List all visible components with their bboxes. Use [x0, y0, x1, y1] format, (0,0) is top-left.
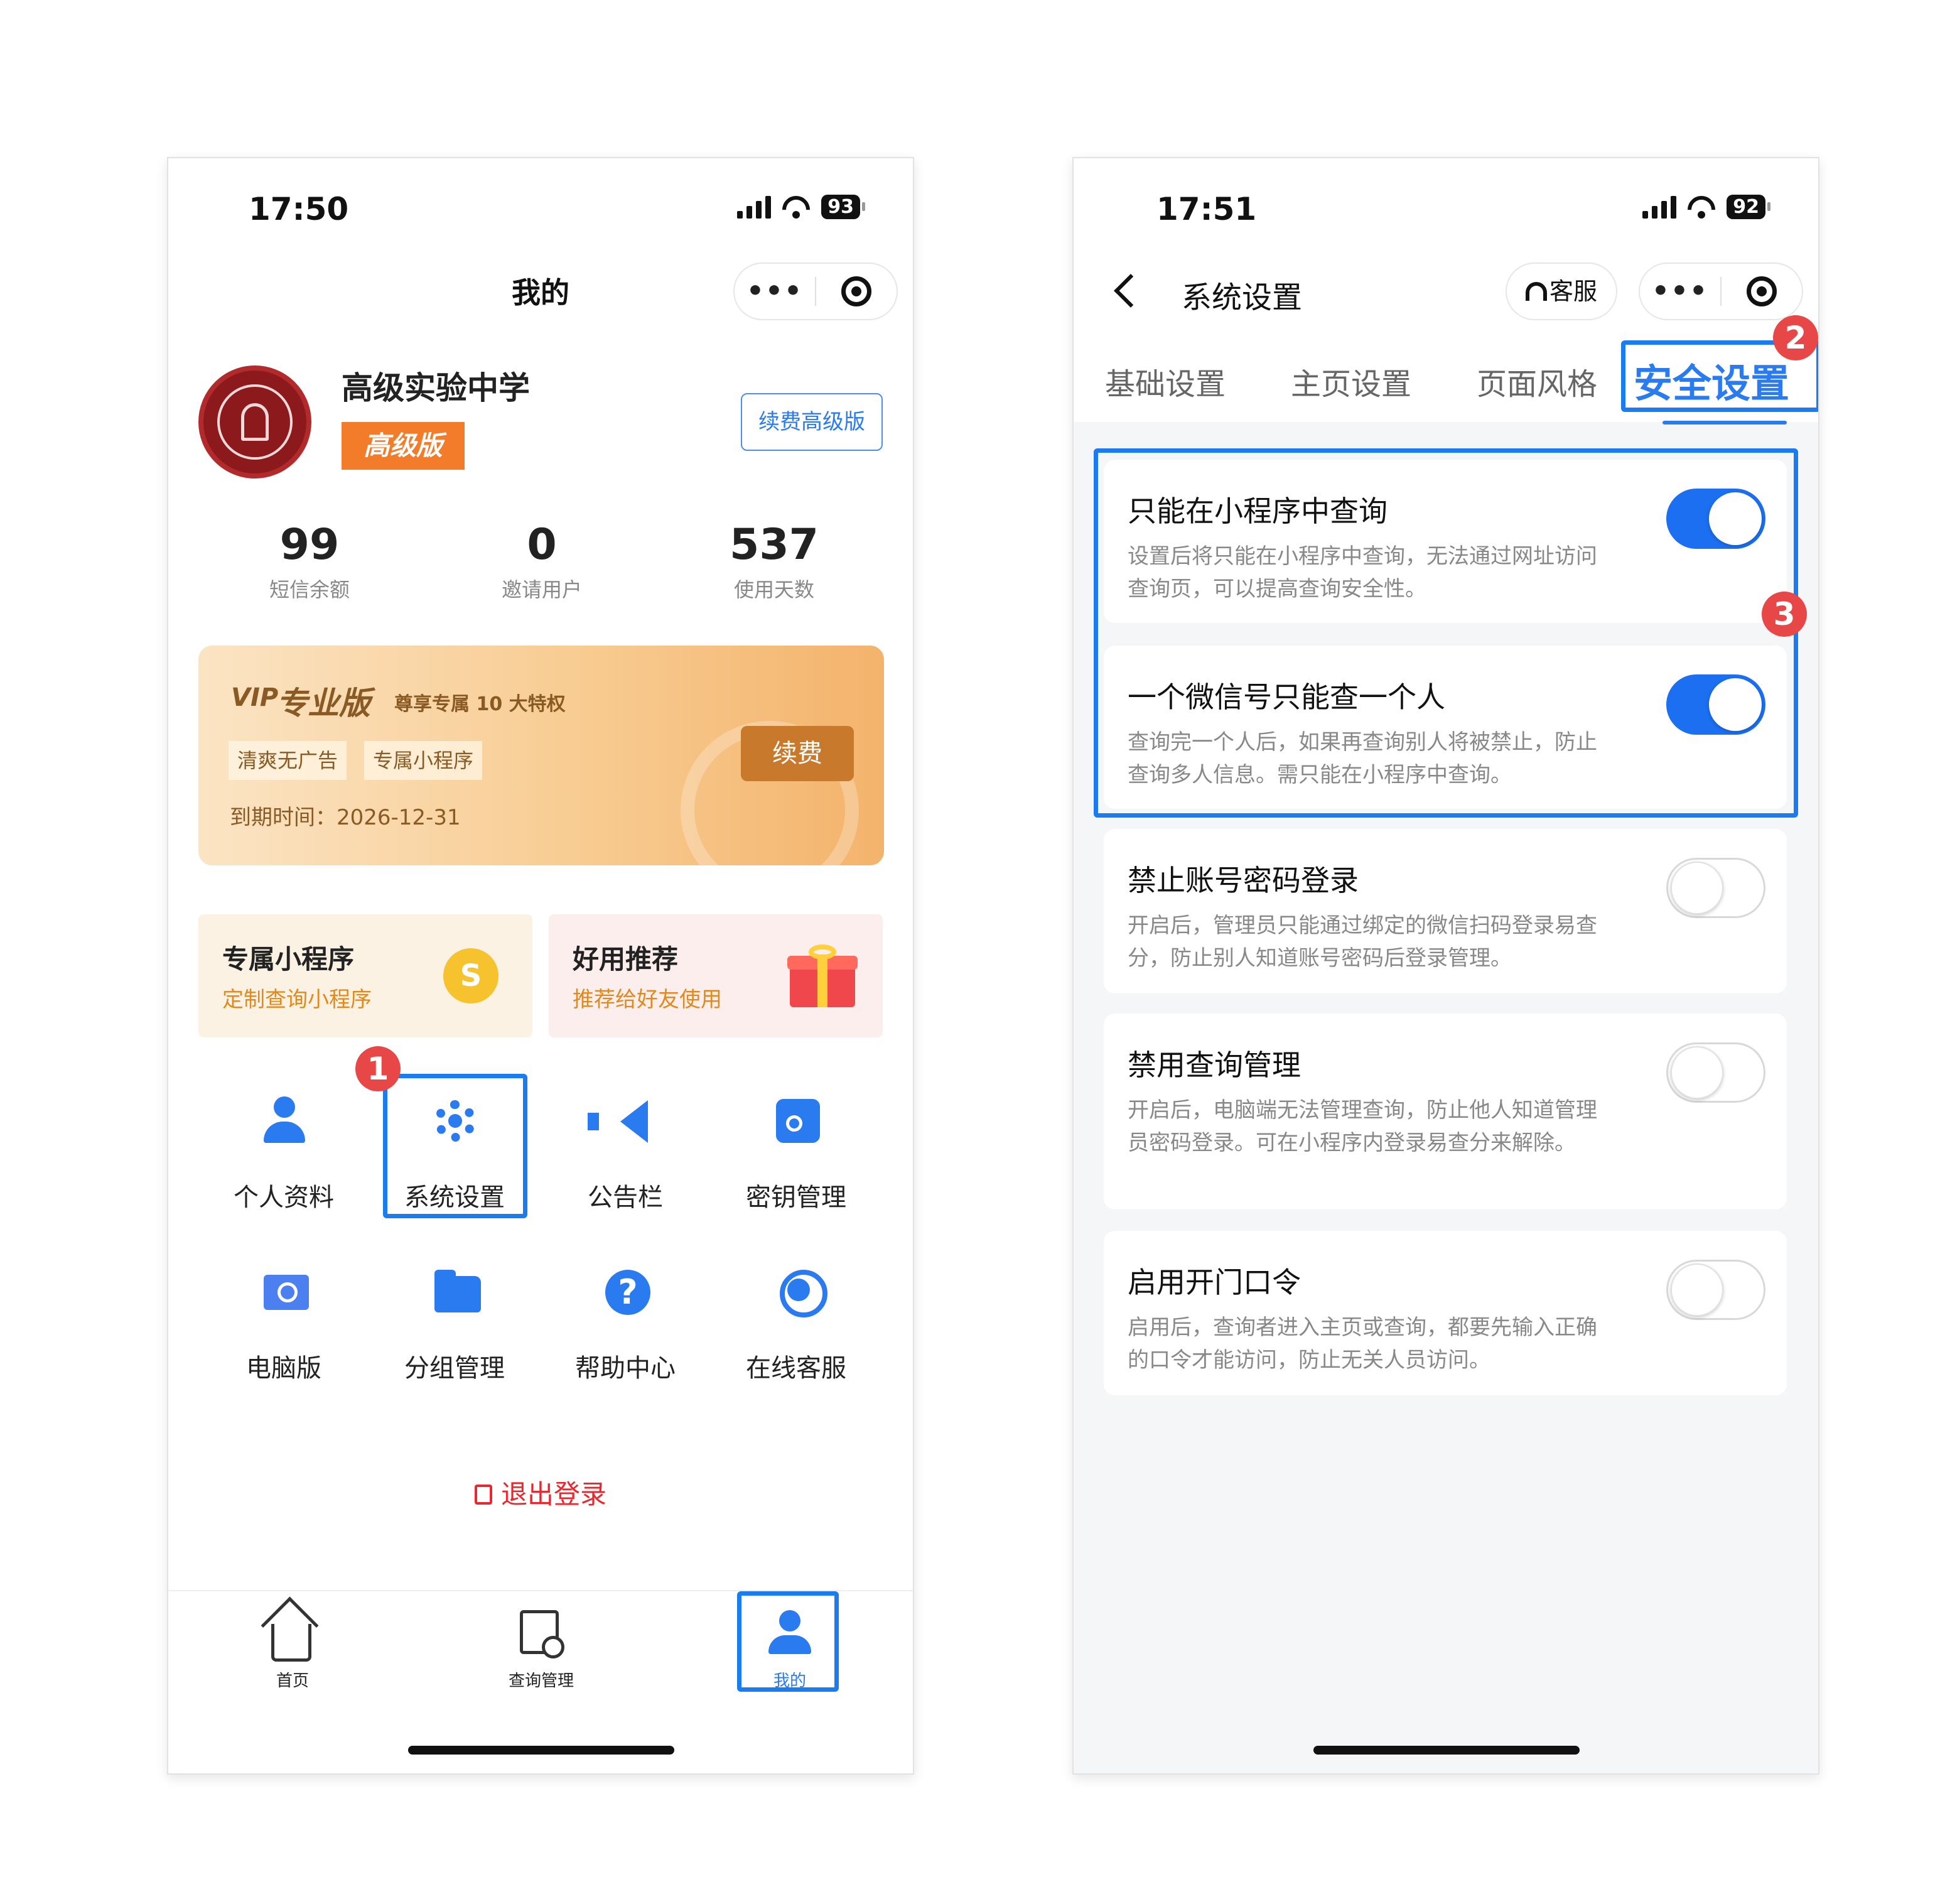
tab-home-settings[interactable]: 主页设置 [1291, 359, 1411, 403]
status-icons: 93 [737, 190, 865, 229]
tab-basic-settings[interactable]: 基础设置 [1105, 359, 1226, 403]
step-marker-3: 3 [1762, 592, 1807, 637]
help-icon: ? [605, 1267, 650, 1317]
grid-item-profile[interactable]: 个人资料 [198, 1081, 369, 1220]
active-tab-indicator [1662, 421, 1787, 425]
tier-badge: 高级版 [342, 422, 465, 470]
renew-premium-button[interactable]: 续费高级版 [741, 393, 883, 451]
highlight-tab-mine [737, 1591, 839, 1692]
tab-page-style[interactable]: 页面风格 [1477, 359, 1597, 403]
page-title: 系统设置 [1182, 280, 1303, 315]
vip-card[interactable]: VIP 专业版 尊享专属 10 大特权 清爽无广告 专属小程序 到期时间：202… [198, 646, 884, 865]
status-bar: 17:50 93 [168, 158, 913, 252]
toggle-switch[interactable] [1666, 1260, 1765, 1320]
mini-program-capsule[interactable]: ••• [733, 262, 898, 320]
status-time: 17:50 [249, 191, 349, 227]
gift-icon [787, 944, 858, 1007]
headset-icon [776, 1267, 827, 1317]
home-indicator [408, 1746, 674, 1755]
phone-my-page: 17:50 93 我的 ••• 高级实验中学 高级版 续费高级版 99 短信余额… [167, 157, 914, 1775]
toggle-switch[interactable] [1666, 1042, 1765, 1103]
logout-button[interactable]: 退出登录 [168, 1473, 913, 1512]
close-target-icon[interactable] [816, 276, 897, 306]
battery-icon: 93 [821, 195, 865, 219]
setting-door-passphrase: 启用开门口令 启用后，查询者进入主页或查询，都要先输入正确的口令才能访问，防止无… [1104, 1231, 1787, 1395]
wifi-icon [777, 190, 816, 229]
home-icon [271, 1610, 314, 1662]
computer-icon [264, 1267, 309, 1317]
step-marker-2: 2 [1773, 315, 1818, 360]
document-search-icon [520, 1610, 564, 1658]
tab-query-management[interactable]: 查询管理 [491, 1600, 591, 1694]
phone-system-settings: 17:51 92 系统设置 客服 ••• 基础设置 主页设置 页面风格 安全设置… [1072, 157, 1819, 1775]
tab-home[interactable]: 首页 [242, 1600, 343, 1694]
step-marker-1: 1 [355, 1046, 401, 1091]
promo-recommend[interactable]: 好用推荐 推荐给好友使用 [549, 914, 883, 1037]
grid-item-desktop[interactable]: 电脑版 [198, 1252, 369, 1390]
grid-item-bulletin[interactable]: 公告栏 [540, 1081, 711, 1220]
folder-icon [434, 1267, 481, 1317]
highlight-system-settings [383, 1074, 527, 1218]
status-bar: 17:51 92 [1074, 158, 1818, 252]
promo-mini-program[interactable]: 专属小程序 定制查询小程序 S [198, 914, 532, 1037]
grid-item-groups[interactable]: 分组管理 [369, 1252, 540, 1390]
battery-icon: 92 [1727, 195, 1770, 219]
mini-program-icon: S [443, 948, 498, 1003]
vip-renew-button[interactable]: 续费 [741, 726, 854, 781]
status-time: 17:51 [1156, 191, 1257, 227]
vip-title: 专业版 [276, 685, 370, 722]
stat-sms[interactable]: 99 短信余额 [193, 520, 426, 603]
person-icon [264, 1096, 305, 1147]
highlight-enabled-settings [1094, 448, 1798, 818]
vip-tag: 专属小程序 [364, 741, 483, 780]
signal-icon [737, 195, 772, 219]
school-logo [198, 365, 311, 479]
grid-item-help[interactable]: ? 帮助中心 [540, 1252, 711, 1390]
logout-icon [474, 1485, 492, 1505]
setting-disable-password-login: 禁止账号密码登录 开启后，管理员只能通过绑定的微信扫码登录易查分，防止别人知道账… [1104, 829, 1787, 993]
mini-program-capsule[interactable]: ••• [1639, 262, 1803, 320]
grid-item-key-management[interactable]: 密钥管理 [711, 1081, 881, 1220]
close-target-icon[interactable] [1722, 276, 1802, 306]
speaker-icon [588, 1096, 648, 1147]
stats-row: 99 短信余额 0 邀请用户 537 使用天数 [193, 520, 890, 603]
home-indicator [1313, 1746, 1580, 1755]
customer-service-button[interactable]: 客服 [1506, 262, 1617, 320]
vip-subtitle: 尊享专属 10 大特权 [394, 693, 566, 715]
headset-icon [1525, 282, 1547, 301]
more-icon[interactable]: ••• [1640, 262, 1720, 320]
toggle-switch[interactable] [1666, 858, 1765, 918]
stat-invites[interactable]: 0 邀请用户 [426, 520, 658, 603]
wifi-icon [1682, 190, 1722, 229]
setting-disable-query-management: 禁用查询管理 开启后，电脑端无法管理查询，防止他人知道管理员密码登录。可在小程序… [1104, 1014, 1787, 1209]
stat-days[interactable]: 537 使用天数 [658, 520, 890, 603]
vip-tag: 清爽无广告 [229, 741, 347, 780]
vip-logo: VIP [231, 683, 279, 712]
status-icons: 92 [1642, 190, 1770, 229]
key-icon [776, 1096, 820, 1147]
vip-expiry: 到期时间：2026-12-31 [230, 805, 461, 830]
more-icon[interactable]: ••• [735, 262, 815, 320]
grid-item-support[interactable]: 在线客服 [711, 1252, 881, 1390]
signal-icon [1642, 195, 1677, 219]
org-name: 高级实验中学 [342, 370, 530, 406]
